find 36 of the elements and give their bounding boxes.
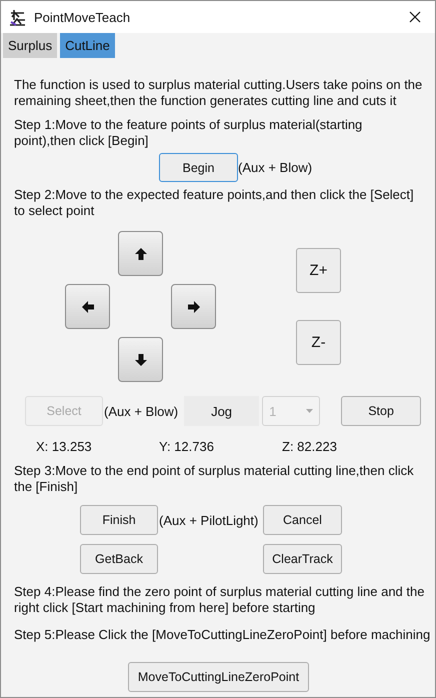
window-title: PointMoveTeach xyxy=(34,10,132,24)
left-arrow-button[interactable] xyxy=(65,284,110,329)
coordinate-readout: Y: 12.736 xyxy=(159,439,215,454)
tab[interactable]: CutLine xyxy=(60,33,115,58)
tab[interactable]: Surplus xyxy=(3,33,58,58)
step-text: Step 4:Please find the zero point of surplus material cutting line and the right click [Start machining from here] before starting xyxy=(14,584,426,616)
move-to-zero-point-button[interactable]: MoveToCuttingLineZeroPoint xyxy=(128,662,309,692)
hint-text: (Aux + Blow) xyxy=(238,160,312,175)
close-icon[interactable] xyxy=(409,11,421,23)
finish-button[interactable]: Finish xyxy=(80,505,158,535)
step-text: Step 5:Please Click the [MoveToCuttingLineZeroPoint] before machining xyxy=(14,627,432,643)
z-axis-button[interactable]: Z+ xyxy=(296,248,341,293)
dropdown-arrow-icon xyxy=(306,409,314,413)
down-arrow-icon xyxy=(134,352,148,366)
coordinate-readout: Z: 82.223 xyxy=(282,439,338,454)
description-text: The function is used to surplus material cutting.Users take poins on the remaining sheet,then the function generates cutting line and cuts it xyxy=(14,77,424,109)
step-text: Step 1:Move to the feature points of surplus material(starting point),then click [Begin] xyxy=(14,117,364,149)
right-arrow-icon xyxy=(186,300,200,314)
left-arrow-icon xyxy=(80,300,94,314)
coordinate-readout: X: 13.253 xyxy=(36,439,93,454)
down-arrow-button[interactable] xyxy=(118,337,163,382)
cancel-button[interactable]: Cancel xyxy=(263,505,342,535)
stop-button[interactable]: Stop xyxy=(341,396,422,426)
hint-text: (Aux + Blow) xyxy=(104,404,178,418)
begin-button[interactable]: Begin xyxy=(159,153,238,182)
hint-text: (Aux + PilotLight) xyxy=(159,512,260,528)
jog-label: Jog xyxy=(184,396,260,426)
get-back-button[interactable]: GetBack xyxy=(80,544,158,574)
app-icon xyxy=(9,8,26,26)
up-arrow-icon xyxy=(134,246,148,260)
z-axis-button[interactable]: Z- xyxy=(296,320,341,365)
step-text: Step 3:Move to the end point of surplus material cutting line,then click the [Finish] xyxy=(14,463,415,495)
clear-track-button[interactable]: ClearTrack xyxy=(263,544,342,574)
right-arrow-button[interactable] xyxy=(171,284,216,329)
up-arrow-button[interactable] xyxy=(118,231,163,276)
step-text: Step 2:Move to the expected feature points,and then click the [Select] to select point xyxy=(14,187,415,219)
